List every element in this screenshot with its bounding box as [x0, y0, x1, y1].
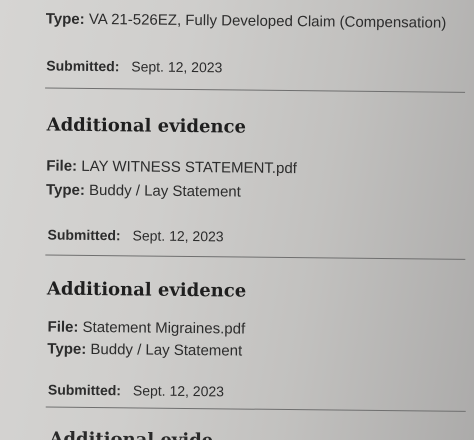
submitted-value: Sept. 12, 2023: [131, 58, 223, 76]
claim-documents-list: Type: VA 21-526EZ, Fully Developed Claim…: [0, 0, 474, 440]
type-label: Type:: [45, 181, 86, 199]
type-value: Buddy / Lay Statement: [88, 181, 241, 201]
file-name-link[interactable]: LAY WITNESS STATEMENT.pdf: [81, 158, 297, 177]
submitted-row: Submitted: Sept. 12, 2023: [47, 226, 223, 246]
file-row: File: Statement Migraines.pdf: [47, 319, 245, 339]
evidence-heading: Additional evidence: [46, 278, 247, 302]
divider: [45, 254, 466, 260]
file-row: File: LAY WITNESS STATEMENT.pdf: [46, 157, 297, 178]
submitted-label: Submitted:: [46, 57, 120, 75]
document-type-row: Type: VA 21-526EZ, Fully Developed Claim…: [46, 10, 447, 32]
type-row: Type: Buddy / Lay Statement: [46, 181, 241, 201]
file-label: File:: [47, 318, 79, 336]
type-row: Type: Buddy / Lay Statement: [47, 341, 242, 361]
submitted-row: Submitted: Sept. 12, 2023: [48, 381, 224, 401]
submitted-row: Submitted: Sept. 12, 2023: [46, 56, 222, 76]
type-label: Type:: [47, 340, 87, 358]
type-value: Buddy / Lay Statement: [90, 340, 243, 360]
submitted-label: Submitted:: [47, 381, 122, 399]
file-label: File:: [46, 157, 78, 175]
submitted-label: Submitted:: [47, 226, 121, 244]
type-label: Type:: [45, 10, 85, 28]
divider: [45, 406, 466, 412]
submitted-value: Sept. 12, 2023: [132, 227, 224, 245]
file-name-link[interactable]: Statement Migraines.pdf: [83, 319, 246, 338]
type-value: VA 21-526EZ, Fully Developed Claim (Comp…: [88, 10, 447, 32]
evidence-heading: Additional evidence: [46, 114, 247, 138]
divider: [45, 87, 466, 93]
submitted-value: Sept. 12, 2023: [132, 382, 225, 400]
evidence-heading-partial: Additional evide: [49, 428, 214, 440]
